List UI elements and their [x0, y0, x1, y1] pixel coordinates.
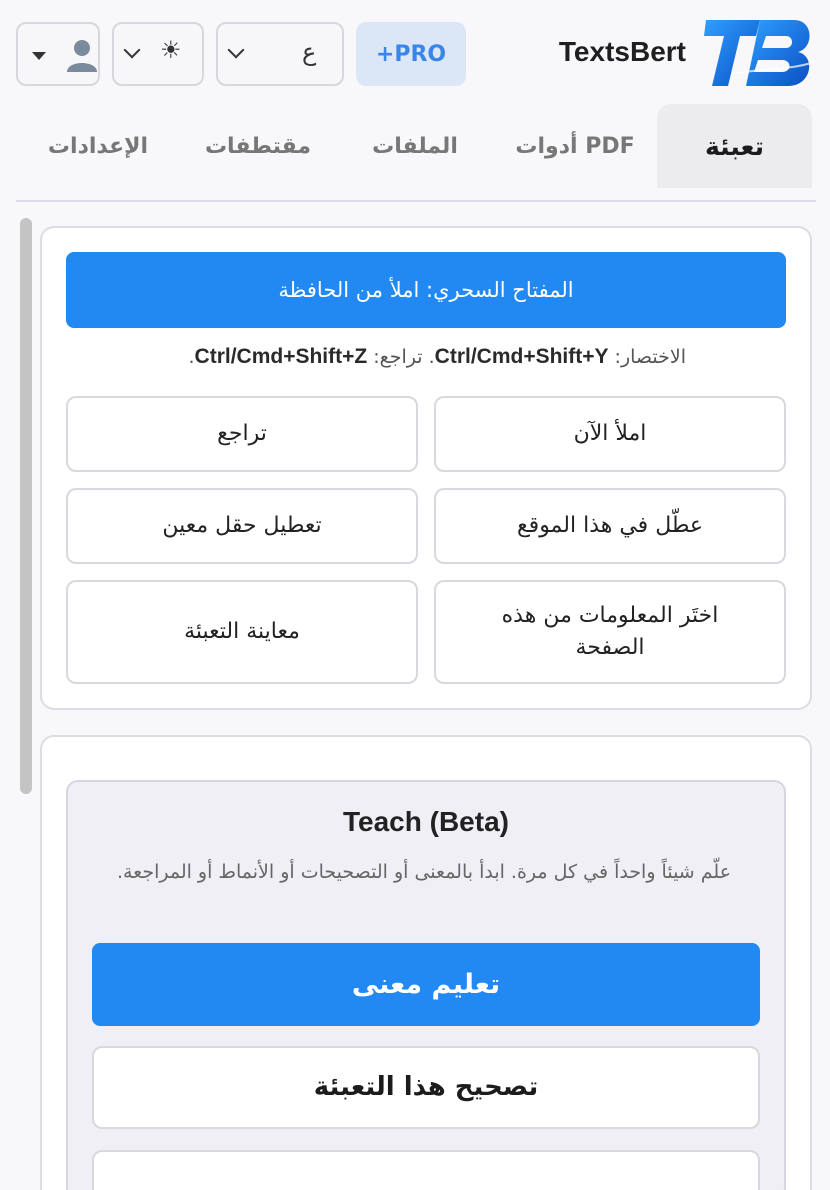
undo-button[interactable]: تراجع	[66, 396, 418, 472]
tab-snippets[interactable]: مقتطفات	[190, 104, 326, 188]
teach-next-button[interactable]	[92, 1150, 760, 1190]
sun-icon: ☀	[160, 36, 182, 64]
preview-fill-button[interactable]: معاينة التعبئة	[66, 580, 418, 684]
caret-down-icon	[32, 52, 46, 60]
tabs-divider	[16, 200, 816, 202]
chevron-down-icon	[227, 41, 245, 59]
teach-title: Teach (Beta)	[343, 806, 509, 837]
shortcut-undo-keys: Ctrl/Cmd+Shift+Z	[194, 345, 368, 368]
tab-files[interactable]: الملفات	[350, 104, 480, 188]
tab-pdf-tools[interactable]: أدوات PDF	[500, 104, 650, 188]
pro-button[interactable]: +PRO	[356, 22, 466, 86]
correct-fill-button[interactable]: تصحيح هذا التعبئة	[92, 1046, 760, 1129]
fill-now-button[interactable]: املأ الآن	[434, 396, 786, 472]
tab-settings[interactable]: الإعدادات	[30, 104, 166, 188]
scrollbar-thumb[interactable]	[20, 218, 32, 794]
chevron-down-icon	[123, 41, 141, 59]
shortcut-fill-keys: Ctrl/Cmd+Shift+Y	[434, 345, 609, 368]
theme-select[interactable]: ☀	[112, 22, 204, 86]
teach-description: علّم شيئاً واحداً في كل مرة. ابدأ بالمعن…	[116, 861, 732, 883]
profile-menu-button[interactable]	[16, 22, 100, 86]
shortcut-prefix: الاختصار:	[608, 346, 686, 368]
pick-info-button[interactable]: اختَر المعلومات من هذه الصفحة	[434, 580, 786, 684]
language-value: ع	[302, 38, 317, 66]
disable-site-button[interactable]: عطّل في هذا الموقع	[434, 488, 786, 564]
textsbert-logo	[704, 20, 815, 86]
brand-name: TextsBert	[558, 36, 686, 67]
language-select[interactable]: ع	[216, 22, 344, 86]
person-icon	[67, 40, 97, 72]
disable-field-button[interactable]: تعطيل حقل معين	[66, 488, 418, 564]
teach-meaning-button[interactable]: تعليم معنى	[92, 943, 760, 1026]
magic-fill-button[interactable]: المفتاح السحري: املأ من الحافظة	[66, 252, 786, 328]
tab-fill[interactable]: تعبئة	[657, 104, 812, 188]
shortcut-hint: الاختصار: Ctrl/Cmd+Shift+Y. تراجع: Ctrl/…	[66, 340, 686, 374]
shortcut-undo-label: . تراجع:	[367, 346, 435, 368]
